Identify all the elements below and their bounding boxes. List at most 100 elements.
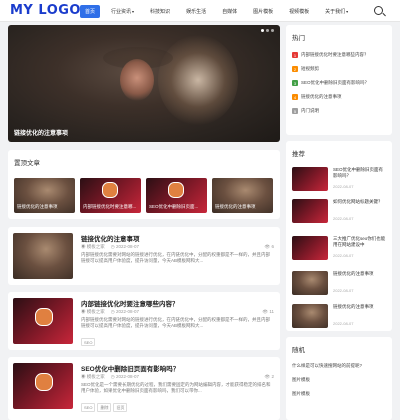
post-title[interactable]: SEO优化中删除旧页面有影响吗？ [81, 363, 179, 373]
nav-item-about[interactable]: 关于我们▾ [320, 5, 353, 18]
featured-item[interactable]: SEO优化中删除旧页面... [146, 178, 207, 213]
featured-item[interactable]: 内部链接优化时要注意哪... [80, 178, 141, 213]
post-thumbnail[interactable] [13, 363, 73, 409]
featured-item-label: 链接优化的注意事项 [215, 204, 256, 209]
hot-item[interactable]: 1 内部链接优化时要注意哪些内容？ [292, 52, 369, 58]
featured-item-label: SEO优化中删除旧页面... [149, 204, 199, 209]
recommend-item[interactable]: 三大推广优化seo你们也能用在网站建设中 2022-08-07 [292, 236, 386, 262]
nav-label: 视频模板 [289, 9, 310, 15]
tag[interactable]: SEO [81, 338, 96, 346]
hot-item-label: 链接优化的注意事项 [301, 94, 342, 99]
recommend-item[interactable]: SEO优化中删除旧页面有影响吗？ 2022-08-07 [292, 167, 386, 193]
recommend-date: 2022-08-07 [333, 288, 354, 293]
carousel-dot[interactable] [271, 29, 274, 32]
site-logo[interactable]: MY LOGO [10, 3, 81, 18]
nav-item-entertainment[interactable]: 娱乐生活 [181, 5, 211, 18]
eye-icon: 👁 11 [262, 309, 274, 314]
rank-badge: 5 [292, 108, 298, 114]
user-icon: ◉ 模板之家 [81, 244, 105, 249]
recommend-title[interactable]: 如何优化网站标题关键？ [333, 199, 386, 205]
hot-item[interactable]: 4 链接优化的注意事项 [292, 94, 342, 100]
site-header: MY LOGO 首页 行业资讯▾ 科技知识 娱乐生活 自媒体 图片模板 视频模板… [0, 0, 400, 22]
hot-item-label: 内门说明 [301, 108, 319, 113]
nav-item-we-media[interactable]: 自媒体 [217, 5, 242, 18]
hero-carousel[interactable]: 链接优化的注意事项 [8, 25, 280, 142]
recommend-date: 2022-08-07 [333, 184, 354, 189]
rank-badge: 3 [292, 80, 298, 86]
post-excerpt: 内部链接优化需要对网站的链接进行优化，在内链优化中，分配的权重都是不一样的，并且… [81, 317, 270, 328]
nav-item-home[interactable]: 首页 [80, 5, 101, 18]
carousel-dots [261, 29, 274, 32]
featured-item-label: 内部链接优化时要注意哪... [83, 204, 137, 209]
post-card[interactable]: 链接优化的注意事项 ◉ 模板之家 ◷ 2022-08-07 👁 6 内部链接优化… [8, 227, 280, 285]
post-thumbnail[interactable] [13, 233, 73, 279]
clock-icon: ◷ 2022-08-07 [110, 244, 139, 249]
eye-icon: 👁 6 [264, 244, 274, 249]
tag[interactable]: SEO [81, 403, 96, 412]
recommend-title[interactable]: 链接优化的注意事项 [333, 271, 386, 277]
nav-item-image-templates[interactable]: 图片模板 [248, 5, 278, 18]
hot-item-label: 内部链接优化时要注意哪些内容？ [301, 52, 369, 57]
random-item[interactable]: 图片模板 [292, 377, 310, 383]
carousel-dot[interactable] [261, 29, 264, 32]
recommend-thumbnail[interactable] [292, 167, 328, 191]
badge-icon [167, 182, 184, 199]
section-title: 置顶文章 [14, 160, 40, 167]
post-card[interactable]: SEO优化中删除旧页面有影响吗？ ◉ 模板之家 ◷ 2022-08-07 👁 2… [8, 357, 280, 420]
rank-badge: 1 [292, 52, 298, 58]
recommend-thumbnail[interactable] [292, 236, 328, 260]
post-author: 模板之家 [86, 374, 105, 379]
post-date: 2022-08-07 [115, 374, 139, 379]
featured-item[interactable]: 链接优化的注意事项 [14, 178, 75, 213]
recommend-title[interactable]: 三大推广优化seo你们也能用在网站建设中 [333, 236, 386, 247]
badge-icon [35, 308, 53, 326]
recommend-thumbnail[interactable] [292, 271, 328, 295]
nav-label: 科技知识 [150, 9, 171, 15]
post-meta: ◉ 模板之家 ◷ 2022-08-07 [81, 374, 139, 380]
post-views: 11 [269, 309, 274, 314]
nav-label: 关于我们 [325, 9, 346, 15]
recommend-thumbnail[interactable] [292, 304, 328, 328]
nav-item-tech[interactable]: 科技知识 [145, 5, 175, 18]
nav-label: 行业资讯 [111, 9, 132, 15]
random-item[interactable]: 什么样是可以快速搜网站的前提呢? [292, 363, 362, 369]
nav-label: 自媒体 [222, 9, 238, 15]
post-tags: SEO 删除 旧页 [81, 403, 128, 412]
recommend-thumbnail[interactable] [292, 199, 328, 223]
hot-item[interactable]: 5 内门说明 [292, 108, 319, 114]
post-card[interactable]: 内部链接优化时要注意哪些内容？ ◉ 模板之家 ◷ 2022-08-07 👁 11… [8, 292, 280, 350]
post-date: 2022-08-07 [115, 244, 139, 249]
nav-item-industry-news[interactable]: 行业资讯▾ [106, 5, 139, 18]
hero-caption[interactable]: 链接优化的注意事项 [14, 128, 68, 137]
hot-item[interactable]: 3 SEO优化中删除旧页面有影响吗？ [292, 80, 369, 86]
clock-icon: ◷ 2022-08-07 [110, 374, 139, 379]
post-title[interactable]: 内部链接优化时要注意哪些内容？ [81, 298, 179, 308]
rank-badge: 2 [292, 66, 298, 72]
nav-label: 图片模板 [253, 9, 274, 15]
post-author: 模板之家 [86, 244, 105, 249]
featured-item[interactable]: 链接优化的注意事项 [212, 178, 273, 213]
chevron-down-icon: ▾ [346, 9, 349, 14]
user-icon: ◉ 模板之家 [81, 374, 105, 379]
post-tags: SEO [81, 338, 96, 346]
recommend-title[interactable]: SEO优化中删除旧页面有影响吗？ [333, 167, 386, 178]
hero-image-face [120, 59, 154, 101]
recommend-date: 2022-08-07 [333, 321, 354, 326]
user-icon: ◉ 模板之家 [81, 309, 105, 314]
random-item[interactable]: 图片模板 [292, 391, 310, 397]
recommend-title[interactable]: 链接优化的注意事项 [333, 304, 386, 310]
recommend-item[interactable]: 链接优化的注意事项 2022-08-07 [292, 304, 386, 330]
tag[interactable]: 旧页 [113, 403, 128, 412]
post-excerpt: 内部链接优化需要对网站的链接进行优化，在内链优化中，分配的权重都是不一样的，并且… [81, 252, 270, 263]
post-thumbnail[interactable] [13, 298, 73, 344]
chevron-down-icon: ▾ [132, 9, 135, 14]
hot-item[interactable]: 2 短视频剪 [292, 66, 319, 72]
post-title[interactable]: 链接优化的注意事项 [81, 233, 140, 243]
featured-item-label: 链接优化的注意事项 [17, 204, 58, 209]
carousel-dot[interactable] [266, 29, 269, 32]
search-icon[interactable] [374, 6, 383, 15]
recommend-item[interactable]: 如何优化网站标题关键？ 2022-08-07 [292, 199, 386, 225]
tag[interactable]: 删除 [97, 403, 112, 412]
nav-item-video-templates[interactable]: 视频模板 [284, 5, 314, 18]
recommend-item[interactable]: 链接优化的注意事项 2022-08-07 [292, 271, 386, 297]
